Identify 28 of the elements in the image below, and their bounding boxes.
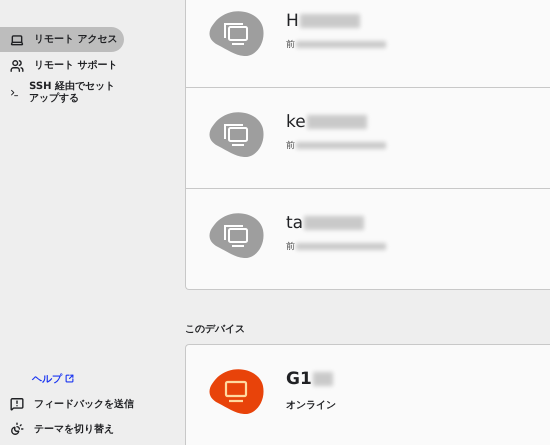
nav-item[interactable]: リモート アクセス xyxy=(0,27,124,52)
people-icon xyxy=(10,58,24,72)
device-status: オンライン xyxy=(286,399,336,412)
feedback-icon xyxy=(10,396,24,410)
help-link[interactable]: ヘルプ xyxy=(32,366,185,391)
device-name: G1 xyxy=(286,368,336,390)
device-row[interactable]: ta 前 xyxy=(186,188,550,289)
redacted-text xyxy=(312,372,333,386)
device-row[interactable]: ke 前 xyxy=(186,87,550,188)
laptop-icon xyxy=(10,32,24,46)
device-detail: 前 xyxy=(286,139,386,152)
nav-item[interactable]: SSH 経由でセットアップする xyxy=(0,79,124,106)
nav-item[interactable]: リモート サポート xyxy=(0,53,124,78)
nav-item[interactable]: フィードバックを送信 xyxy=(0,391,185,416)
nav-item[interactable]: テーマを切り替え xyxy=(0,416,185,441)
device-row[interactable]: H 前 xyxy=(186,0,550,87)
theme-icon xyxy=(10,422,24,436)
redacted-text xyxy=(304,216,364,230)
device-detail: 前 xyxy=(286,38,386,51)
device-name: H xyxy=(286,10,386,32)
device-name: ke xyxy=(286,111,386,133)
device-row[interactable]: G1 オンライン xyxy=(186,345,550,445)
redacted-text xyxy=(300,14,360,28)
device-detail: 前 xyxy=(286,240,386,253)
external-link-icon xyxy=(65,374,74,383)
section-heading: このデバイス xyxy=(185,323,246,336)
redacted-text xyxy=(306,115,367,129)
device-name: ta xyxy=(286,212,386,234)
